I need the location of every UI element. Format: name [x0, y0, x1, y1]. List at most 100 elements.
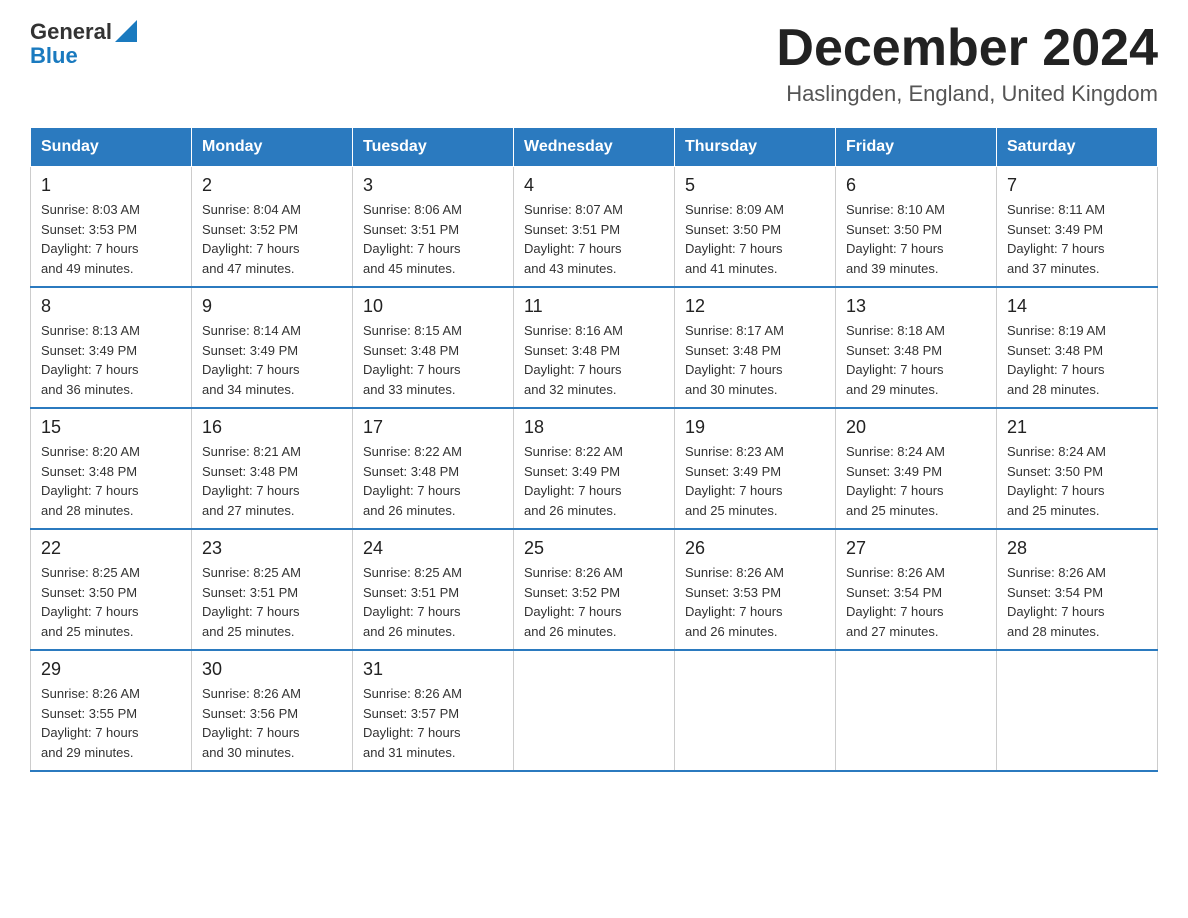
calendar-cell: 12 Sunrise: 8:17 AMSunset: 3:48 PMDayligh… — [675, 287, 836, 408]
day-info: Sunrise: 8:25 AMSunset: 3:51 PMDaylight:… — [363, 563, 503, 641]
calendar-cell: 20 Sunrise: 8:24 AMSunset: 3:49 PMDayligh… — [836, 408, 997, 529]
calendar-cell: 31 Sunrise: 8:26 AMSunset: 3:57 PMDayligh… — [353, 650, 514, 771]
day-number: 16 — [202, 417, 342, 438]
logo-blue: Blue — [30, 44, 137, 68]
day-number: 19 — [685, 417, 825, 438]
day-info: Sunrise: 8:09 AMSunset: 3:50 PMDaylight:… — [685, 200, 825, 278]
calendar-cell: 6 Sunrise: 8:10 AMSunset: 3:50 PMDaylight… — [836, 167, 997, 288]
calendar-header-row: SundayMondayTuesdayWednesdayThursdayFrid… — [31, 128, 1158, 167]
day-number: 23 — [202, 538, 342, 559]
day-info: Sunrise: 8:19 AMSunset: 3:48 PMDaylight:… — [1007, 321, 1147, 399]
day-info: Sunrise: 8:15 AMSunset: 3:48 PMDaylight:… — [363, 321, 503, 399]
calendar-cell: 15 Sunrise: 8:20 AMSunset: 3:48 PMDayligh… — [31, 408, 192, 529]
day-number: 10 — [363, 296, 503, 317]
day-info: Sunrise: 8:26 AMSunset: 3:55 PMDaylight:… — [41, 684, 181, 762]
calendar-cell: 21 Sunrise: 8:24 AMSunset: 3:50 PMDayligh… — [997, 408, 1158, 529]
calendar-cell: 29Sunrise: 8:26 AMSunset: 3:55 PMDayligh… — [31, 650, 192, 771]
day-info: Sunrise: 8:26 AMSunset: 3:56 PMDaylight:… — [202, 684, 342, 762]
calendar-cell: 22 Sunrise: 8:25 AMSunset: 3:50 PMDayligh… — [31, 529, 192, 650]
calendar-cell: 24Sunrise: 8:25 AMSunset: 3:51 PMDayligh… — [353, 529, 514, 650]
day-info: Sunrise: 8:21 AMSunset: 3:48 PMDaylight:… — [202, 442, 342, 520]
calendar-header-tuesday: Tuesday — [353, 128, 514, 167]
day-number: 9 — [202, 296, 342, 317]
calendar-cell — [997, 650, 1158, 771]
day-number: 30 — [202, 659, 342, 680]
day-info: Sunrise: 8:25 AMSunset: 3:50 PMDaylight:… — [41, 563, 181, 641]
day-info: Sunrise: 8:10 AMSunset: 3:50 PMDaylight:… — [846, 200, 986, 278]
calendar-cell: 4 Sunrise: 8:07 AMSunset: 3:51 PMDaylight… — [514, 167, 675, 288]
calendar-cell: 18 Sunrise: 8:22 AMSunset: 3:49 PMDayligh… — [514, 408, 675, 529]
day-number: 5 — [685, 175, 825, 196]
day-info: Sunrise: 8:22 AMSunset: 3:49 PMDaylight:… — [524, 442, 664, 520]
day-number: 20 — [846, 417, 986, 438]
day-info: Sunrise: 8:24 AMSunset: 3:50 PMDaylight:… — [1007, 442, 1147, 520]
day-info: Sunrise: 8:04 AMSunset: 3:52 PMDaylight:… — [202, 200, 342, 278]
day-info: Sunrise: 8:11 AMSunset: 3:49 PMDaylight:… — [1007, 200, 1147, 278]
calendar-cell: 30 Sunrise: 8:26 AMSunset: 3:56 PMDayligh… — [192, 650, 353, 771]
day-info: Sunrise: 8:25 AMSunset: 3:51 PMDaylight:… — [202, 563, 342, 641]
logo: General Blue — [30, 20, 137, 68]
day-info: Sunrise: 8:24 AMSunset: 3:49 PMDaylight:… — [846, 442, 986, 520]
month-title: December 2024 — [776, 20, 1158, 77]
day-number: 7 — [1007, 175, 1147, 196]
day-number: 15 — [41, 417, 181, 438]
calendar-cell: 1 Sunrise: 8:03 AMSunset: 3:53 PMDaylight… — [31, 167, 192, 288]
day-number: 21 — [1007, 417, 1147, 438]
day-info: Sunrise: 8:14 AMSunset: 3:49 PMDaylight:… — [202, 321, 342, 399]
calendar-table: SundayMondayTuesdayWednesdayThursdayFrid… — [30, 127, 1158, 772]
calendar-week-row: 15 Sunrise: 8:20 AMSunset: 3:48 PMDayligh… — [31, 408, 1158, 529]
day-number: 31 — [363, 659, 503, 680]
calendar-cell: 19 Sunrise: 8:23 AMSunset: 3:49 PMDayligh… — [675, 408, 836, 529]
calendar-cell: 17 Sunrise: 8:22 AMSunset: 3:48 PMDayligh… — [353, 408, 514, 529]
day-info: Sunrise: 8:26 AMSunset: 3:57 PMDaylight:… — [363, 684, 503, 762]
day-number: 2 — [202, 175, 342, 196]
calendar-week-row: 29Sunrise: 8:26 AMSunset: 3:55 PMDayligh… — [31, 650, 1158, 771]
calendar-cell: 3Sunrise: 8:06 AMSunset: 3:51 PMDaylight… — [353, 167, 514, 288]
calendar-week-row: 1 Sunrise: 8:03 AMSunset: 3:53 PMDaylight… — [31, 167, 1158, 288]
day-info: Sunrise: 8:23 AMSunset: 3:49 PMDaylight:… — [685, 442, 825, 520]
day-number: 22 — [41, 538, 181, 559]
calendar-cell: 16 Sunrise: 8:21 AMSunset: 3:48 PMDayligh… — [192, 408, 353, 529]
day-number: 13 — [846, 296, 986, 317]
day-number: 17 — [363, 417, 503, 438]
logo-general: General — [30, 20, 112, 44]
day-number: 11 — [524, 296, 664, 317]
day-info: Sunrise: 8:16 AMSunset: 3:48 PMDaylight:… — [524, 321, 664, 399]
day-number: 28 — [1007, 538, 1147, 559]
calendar-cell: 10 Sunrise: 8:15 AMSunset: 3:48 PMDayligh… — [353, 287, 514, 408]
day-number: 8 — [41, 296, 181, 317]
calendar-header-saturday: Saturday — [997, 128, 1158, 167]
day-info: Sunrise: 8:26 AMSunset: 3:54 PMDaylight:… — [1007, 563, 1147, 641]
day-number: 27 — [846, 538, 986, 559]
calendar-week-row: 8Sunrise: 8:13 AMSunset: 3:49 PMDaylight… — [31, 287, 1158, 408]
day-info: Sunrise: 8:26 AMSunset: 3:54 PMDaylight:… — [846, 563, 986, 641]
day-number: 26 — [685, 538, 825, 559]
calendar-header-monday: Monday — [192, 128, 353, 167]
day-number: 6 — [846, 175, 986, 196]
day-info: Sunrise: 8:06 AMSunset: 3:51 PMDaylight:… — [363, 200, 503, 278]
day-info: Sunrise: 8:20 AMSunset: 3:48 PMDaylight:… — [41, 442, 181, 520]
calendar-cell: 13 Sunrise: 8:18 AMSunset: 3:48 PMDayligh… — [836, 287, 997, 408]
calendar-cell: 9 Sunrise: 8:14 AMSunset: 3:49 PMDaylight… — [192, 287, 353, 408]
location: Haslingden, England, United Kingdom — [776, 81, 1158, 107]
calendar-cell: 26Sunrise: 8:26 AMSunset: 3:53 PMDayligh… — [675, 529, 836, 650]
day-number: 18 — [524, 417, 664, 438]
calendar-cell — [675, 650, 836, 771]
day-info: Sunrise: 8:17 AMSunset: 3:48 PMDaylight:… — [685, 321, 825, 399]
day-info: Sunrise: 8:07 AMSunset: 3:51 PMDaylight:… — [524, 200, 664, 278]
day-info: Sunrise: 8:22 AMSunset: 3:48 PMDaylight:… — [363, 442, 503, 520]
calendar-cell: 28 Sunrise: 8:26 AMSunset: 3:54 PMDayligh… — [997, 529, 1158, 650]
day-number: 4 — [524, 175, 664, 196]
calendar-cell — [514, 650, 675, 771]
day-number: 25 — [524, 538, 664, 559]
day-info: Sunrise: 8:18 AMSunset: 3:48 PMDaylight:… — [846, 321, 986, 399]
day-info: Sunrise: 8:03 AMSunset: 3:53 PMDaylight:… — [41, 200, 181, 278]
day-number: 1 — [41, 175, 181, 196]
calendar-cell: 23 Sunrise: 8:25 AMSunset: 3:51 PMDayligh… — [192, 529, 353, 650]
calendar-cell: 5 Sunrise: 8:09 AMSunset: 3:50 PMDaylight… — [675, 167, 836, 288]
day-number: 12 — [685, 296, 825, 317]
calendar-cell: 25Sunrise: 8:26 AMSunset: 3:52 PMDayligh… — [514, 529, 675, 650]
calendar-header-wednesday: Wednesday — [514, 128, 675, 167]
page-header: General Blue December 2024 Haslingden, E… — [30, 20, 1158, 107]
calendar-header-friday: Friday — [836, 128, 997, 167]
